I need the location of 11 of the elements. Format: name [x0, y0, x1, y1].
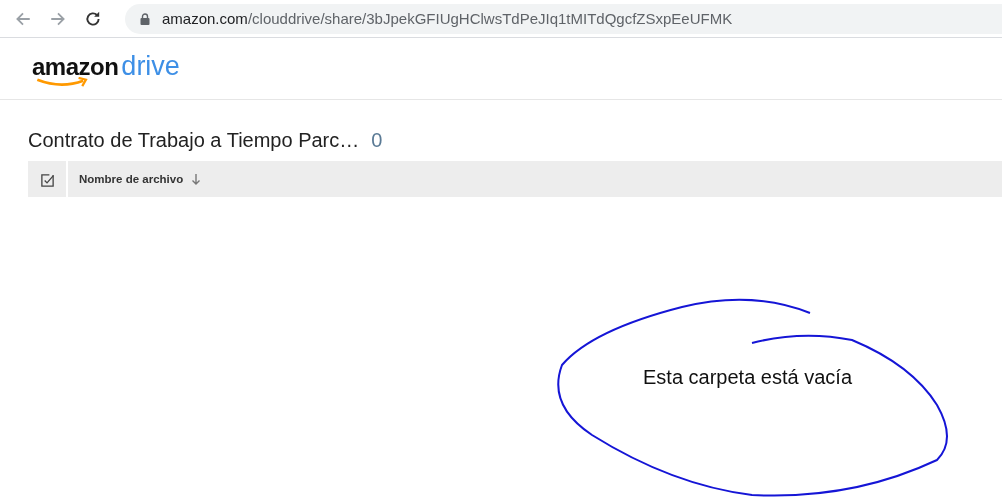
empty-folder-message: Esta carpeta está vacía — [643, 366, 852, 389]
column-header[interactable]: Nombre de archivo — [79, 173, 202, 185]
logo-product: drive — [121, 53, 180, 80]
folder-title: Contrato de Trabajo a Tiempo Parc… — [28, 129, 360, 152]
logo-brand: amazon — [32, 55, 119, 79]
url-text: amazon.com/clouddrive/share/3bJpekGFIUgHClwsTdPeJIq1tMITdQgcfZSxpEeUFMK — [162, 10, 733, 27]
select-all-checkbox[interactable] — [39, 172, 55, 188]
lock-icon — [140, 12, 150, 25]
item-count: 0 — [371, 129, 383, 152]
address-bar[interactable]: amazon.com/clouddrive/share/3bJpekGFIUgHClwsTdPeJIq1tMITdQgcfZSxpEeUFMK — [125, 3, 1002, 34]
reload-icon[interactable] — [84, 9, 102, 28]
